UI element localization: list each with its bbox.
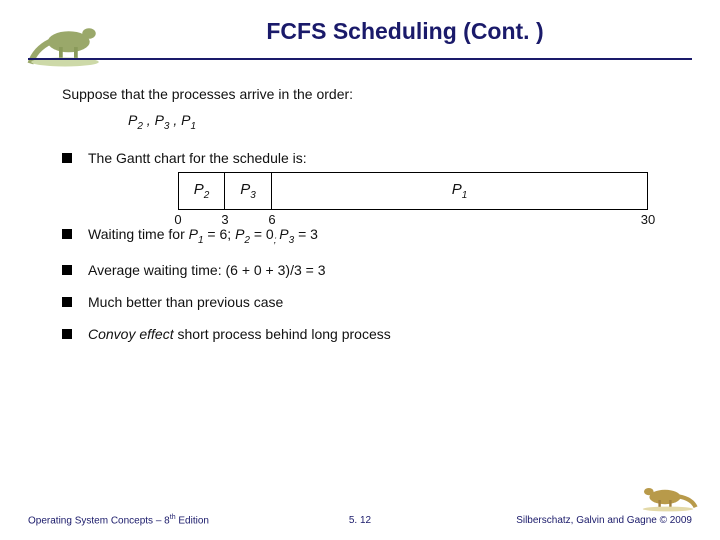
bullet-list: The Gantt chart for the schedule is: P2P… — [62, 150, 680, 342]
title-rule — [28, 58, 692, 60]
arrival-order: P2 , P3 , P1 — [128, 112, 680, 132]
gantt-segment: P1 — [272, 172, 648, 210]
slide-header: FCFS Scheduling (Cont. ) — [120, 18, 690, 45]
bullet-avg-waiting: Average waiting time: (6 + 0 + 3)/3 = 3 — [62, 262, 680, 278]
bullet-gantt: The Gantt chart for the schedule is: P2P… — [62, 150, 680, 210]
bullet-waiting-time: Waiting time for P1 = 6; P2 = 0; P3 = 3 — [62, 226, 680, 246]
bullet-convoy: Convoy effect short process behind long … — [62, 326, 680, 342]
gantt-segment-label: P2 — [194, 181, 210, 201]
footer-page: 5. 12 — [349, 515, 371, 526]
gantt-tick: 6 — [268, 212, 275, 227]
gantt-segment-label: P1 — [452, 181, 468, 201]
gantt-tick: 30 — [641, 212, 655, 227]
gantt-segment: P2 — [178, 172, 225, 210]
gantt-chart: P2P3P103630 — [178, 172, 680, 210]
gantt-segment-label: P3 — [240, 181, 256, 201]
gantt-segment: P3 — [225, 172, 272, 210]
slide-title: FCFS Scheduling (Cont. ) — [120, 18, 690, 45]
slide-body: Suppose that the processes arrive in the… — [62, 86, 680, 358]
bullet-better: Much better than previous case — [62, 294, 680, 310]
dinosaur-icon — [638, 476, 698, 512]
gantt-tick: 3 — [221, 212, 228, 227]
footer-left: Operating System Concepts – 8th Edition — [28, 514, 209, 526]
intro-text: Suppose that the processes arrive in the… — [62, 86, 680, 102]
gantt-tick: 0 — [174, 212, 181, 227]
footer-right: Silberschatz, Galvin and Gagne © 2009 — [516, 515, 692, 526]
